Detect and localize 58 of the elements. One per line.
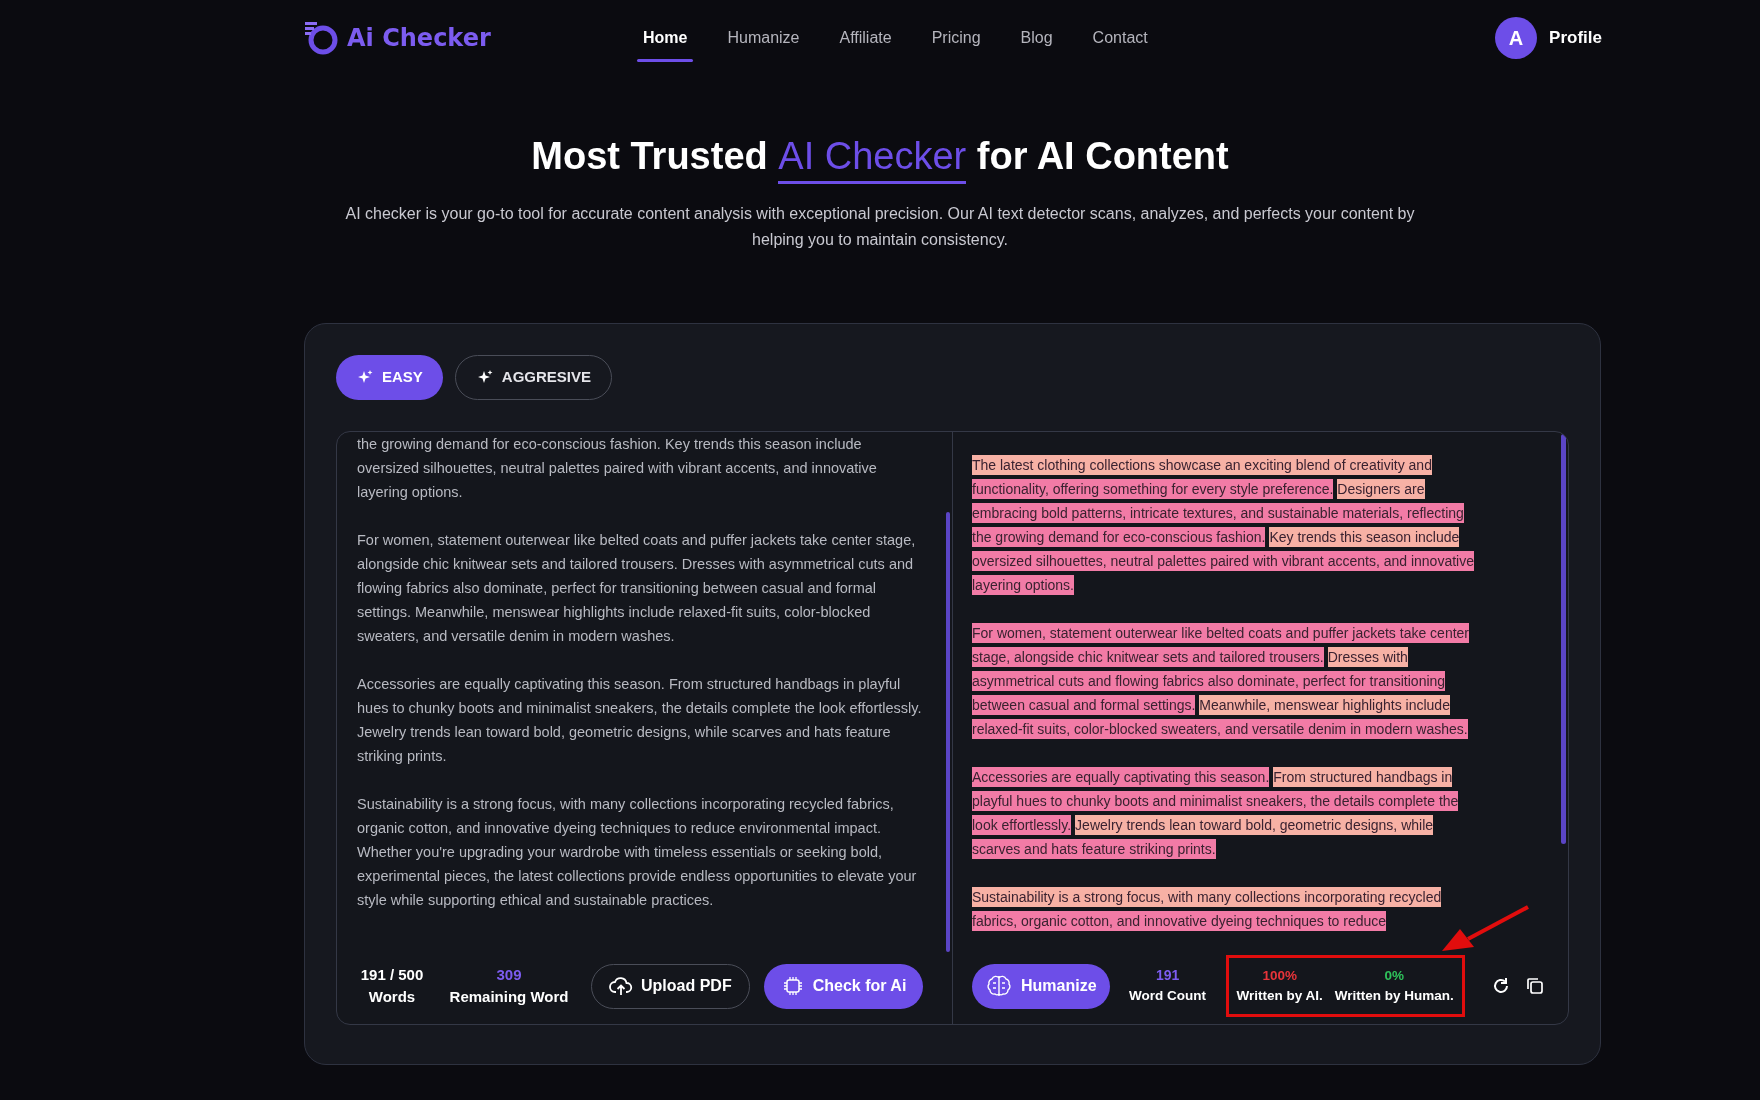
highlighted-text: Key trends this season include bbox=[1269, 527, 1460, 547]
highlighted-text: look effortlessly. bbox=[972, 815, 1072, 835]
logo-icon bbox=[303, 20, 339, 56]
hero-title: Most Trusted bbox=[531, 134, 769, 179]
paragraph: the growing demand for eco-conscious fashion. Key trends this season include oversized silhouettes, neutral palettes paired with vibrant accents, and innovative layering options. bbox=[357, 435, 878, 502]
highlighted-text: For women, statement outerwear like belted coats and puffer jackets take center bbox=[972, 623, 1469, 643]
highlighted-text: oversized silhouettes, neutral palettes paired with vibrant accents, and innovative bbox=[972, 551, 1474, 571]
remaining-count: 309 bbox=[496, 964, 522, 985]
nav-link[interactable]: Pricing bbox=[925, 18, 987, 58]
humanize-button[interactable]: Humanize bbox=[972, 963, 1110, 1009]
word-count: 191 bbox=[1155, 966, 1180, 986]
word-count-label: Words bbox=[368, 987, 416, 1007]
scrollbar-thumb[interactable] bbox=[946, 512, 950, 952]
hero-title-highlight: AI Checker bbox=[778, 133, 967, 184]
check-for-ai-button[interactable]: Check for Ai bbox=[763, 963, 924, 1009]
highlighted-text: playful hues to chunky boots and minimalist sneakers, the details complete the bbox=[972, 791, 1459, 811]
hero-subtitle: AI checker is your go-to tool for accurate content analysis with exceptional precision. Our AI text detector scans, analyzes, and perfects your content by helping you to maintain consistency. bbox=[344, 204, 1416, 250]
cloud-upload-icon bbox=[609, 975, 633, 997]
scrollbar-thumb[interactable] bbox=[1561, 434, 1566, 844]
highlighted-text: asymmetrical cuts and flowing fabrics also dominate, perfect for transitioning bbox=[972, 671, 1446, 691]
brand-name[interactable]: Ai Checker bbox=[347, 20, 491, 56]
highlighted-text: Accessories are equally captivating this season. bbox=[972, 767, 1270, 787]
highlighted-text: fabrics, organic cotton, and innovative dyeing techniques to reduce bbox=[972, 911, 1387, 931]
remaining-label: Remaining Word bbox=[449, 987, 569, 1007]
nav-link[interactable]: Humanize bbox=[721, 18, 806, 58]
word-count: 191 / 500 bbox=[360, 964, 424, 985]
highlighted-text: scarves and hats feature striking prints. bbox=[972, 839, 1216, 859]
highlighted-text: Dresses with bbox=[1327, 647, 1408, 667]
word-count-label: Word Count bbox=[1129, 987, 1207, 1006]
nav-link[interactable]: Contact bbox=[1086, 18, 1154, 58]
copy-icon[interactable] bbox=[1524, 976, 1545, 996]
hero-title: for AI Content bbox=[975, 134, 1229, 179]
highlighted-text: Meanwhile, menswear highlights include bbox=[1199, 695, 1450, 715]
paragraph: For women, statement outerwear like belted coats and puffer jackets take center stage, alongside chic knitwear sets and tailored trousers. Dresses with asymmetrical cuts and flowing fabrics also dominate, perfect for transitioning between casual and formal settings. Meanwhile, menswear highlights include relaxed-fit suits, color-blocked sweaters, and versatile denim in modern washes. bbox=[357, 531, 917, 646]
mode-tab[interactable]: EASY bbox=[336, 355, 443, 400]
paragraph: Accessories are equally captivating this season. From structured handbags in playful hues to chunky boots and minimalist sneakers, the details complete the look effortlessly. Jewelry trends lean toward bold, geometric designs, while scarves and hats feature striking prints. bbox=[357, 675, 923, 766]
ai-label: Written by AI. bbox=[1236, 987, 1323, 1005]
profile-link[interactable]: Profile bbox=[1549, 25, 1602, 51]
highlighted-text: relaxed-fit suits, color-blocked sweaters, and versatile denim in modern washes. bbox=[972, 719, 1468, 739]
paragraph: Sustainability is a strong focus, with many collections incorporating recycled fabrics, organic cotton, and innovative dyeing techniques to reduce environmental impact. Whether you're upgrading your wardrobe with timeless essentials or seeking bold, experimental pieces, the latest collections provide endless opportunities to elevate your style while supporting ethical and sustainable practices. bbox=[357, 795, 918, 910]
avatar[interactable]: A bbox=[1495, 17, 1538, 59]
highlighted-text: Jewelry trends lean toward bold, geometric designs, while bbox=[1075, 815, 1434, 835]
human-percentage: 0% bbox=[1384, 966, 1405, 985]
highlighted-text: the growing demand for eco-conscious fashion. bbox=[972, 527, 1266, 547]
highlighted-text: between casual and formal settings. bbox=[972, 695, 1196, 715]
highlighted-text: stage, alongside chic knitwear sets and tailored trousers. bbox=[972, 647, 1324, 667]
ai-percentage: 100% bbox=[1262, 966, 1297, 985]
nav-link[interactable]: Affiliate bbox=[833, 18, 898, 58]
highlighted-text: Designers are bbox=[1337, 479, 1425, 499]
highlighted-text: From structured handbags in bbox=[1273, 767, 1453, 787]
nav-link[interactable]: Blog bbox=[1014, 18, 1059, 58]
highlighted-text: The latest clothing collections showcase an exciting blend of creativity and bbox=[972, 455, 1432, 475]
highlighted-text: layering options. bbox=[972, 575, 1074, 595]
brain-icon bbox=[985, 973, 1013, 999]
highlighted-text: Sustainability is a strong focus, with many collections incorporating recycled bbox=[972, 887, 1442, 907]
highlighted-text: embracing bold patterns, intricate textures, and sustainable materials, reflecting bbox=[972, 503, 1464, 523]
highlighted-text: functionality, offering something for every style preference. bbox=[972, 479, 1334, 499]
human-label: Written by Human. bbox=[1334, 987, 1454, 1005]
